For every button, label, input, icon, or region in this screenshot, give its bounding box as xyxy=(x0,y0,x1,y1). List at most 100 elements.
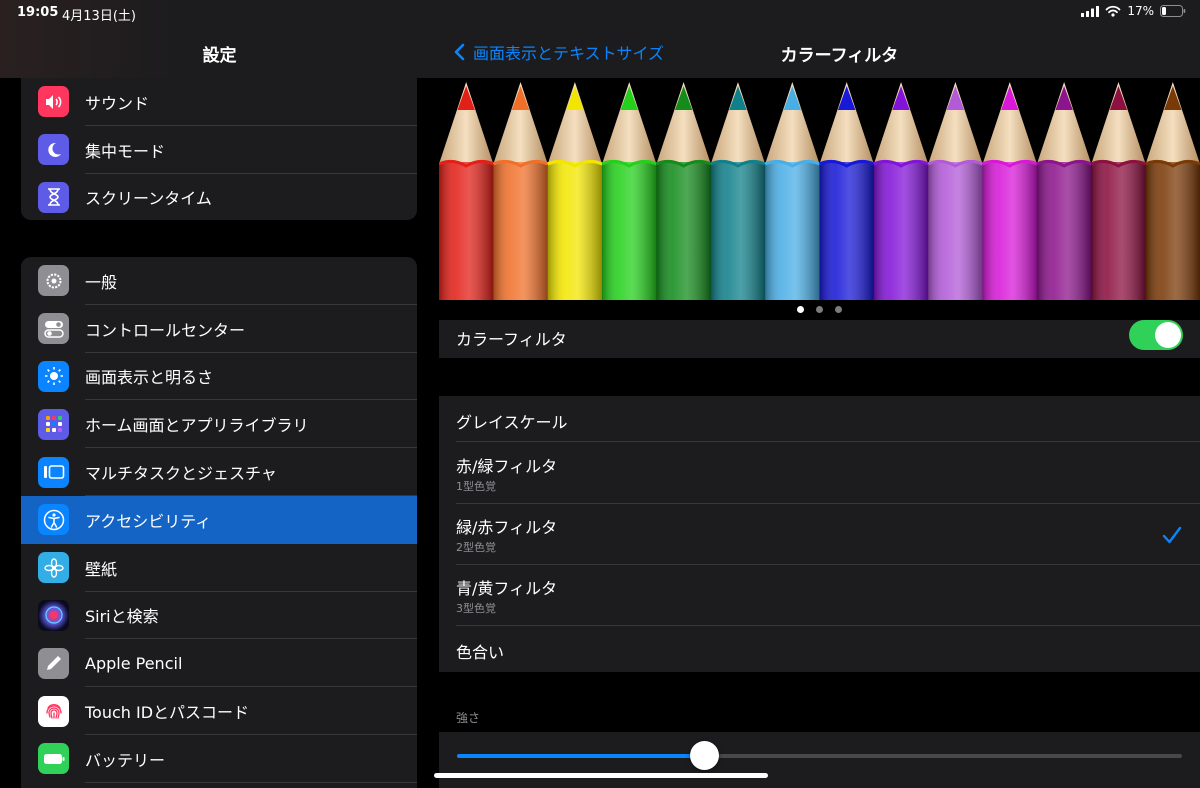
pencil xyxy=(710,82,766,300)
pencil-preview-image[interactable] xyxy=(439,82,1200,300)
filter-title: 色合い xyxy=(456,643,505,662)
status-date: 4月13日(土) xyxy=(62,9,136,24)
pencil xyxy=(873,82,929,300)
page-dot xyxy=(816,306,823,313)
sidebar-item-control-center[interactable]: コントロールセンター xyxy=(21,305,417,353)
sidebar-item-label: 集中モード xyxy=(85,141,166,161)
toggles-icon xyxy=(38,313,69,345)
siri-icon xyxy=(38,599,69,631)
battery-percent: 17% xyxy=(1127,4,1154,18)
page-dot xyxy=(797,306,804,313)
strength-section-label: 強さ xyxy=(456,711,481,725)
sidebar-item-label: 画面表示と明るさ xyxy=(85,368,214,388)
sidebar-item-sound[interactable]: サウンド xyxy=(21,78,417,126)
filter-option-protanopia[interactable]: 赤/緑フィルタ 1型色覚 xyxy=(439,442,1200,504)
pencil-icon xyxy=(38,647,69,679)
filter-title: 赤/緑フィルタ xyxy=(456,457,558,476)
sidebar-title: 設定 xyxy=(202,46,237,66)
filter-option-grayscale[interactable]: グレイスケール xyxy=(439,396,1200,442)
filter-option-color-tint[interactable]: 色合い xyxy=(439,626,1200,672)
sidebar-item-label: スクリーンタイム xyxy=(85,189,212,209)
sidebar-item-home-screen[interactable]: ホーム画面とアプリライブラリ xyxy=(21,400,417,449)
filter-title: 緑/赤フィルタ xyxy=(456,518,558,537)
pencil xyxy=(764,82,821,300)
sidebar-item-label: Apple Pencil xyxy=(85,653,183,673)
pencil xyxy=(1036,82,1092,300)
sidebar-item-siri[interactable]: Siriと検索 xyxy=(21,592,417,640)
fingerprint-icon xyxy=(38,695,69,727)
wifi-icon xyxy=(1105,5,1121,17)
pencil xyxy=(492,82,549,300)
sidebar-item-label: バッテリー xyxy=(85,750,166,770)
sidebar-item-focus[interactable]: 集中モード xyxy=(21,126,417,174)
multitask-icon xyxy=(38,456,69,488)
toggle-label: カラーフィルタ xyxy=(456,330,567,349)
sidebar-item-label: コントロールセンター xyxy=(85,320,246,340)
sidebar-item-multitasking[interactable]: マルチタスクとジェスチャ xyxy=(21,448,417,496)
sidebar-item-label: Siriと検索 xyxy=(85,607,159,627)
pencil xyxy=(927,82,984,300)
slider-thumb[interactable] xyxy=(689,741,719,770)
status-indicators: 17% xyxy=(1081,4,1186,18)
pencil xyxy=(547,82,603,300)
filter-title: グレイスケール xyxy=(456,413,568,432)
status-battery-icon xyxy=(1160,5,1186,17)
sidebar-item-touch-id[interactable]: Touch IDとパスコード xyxy=(21,687,417,735)
sidebar-item-label: 壁紙 xyxy=(85,559,118,579)
filter-option-deuteranopia[interactable]: 緑/赤フィルタ 2型色覚 xyxy=(439,504,1200,565)
sidebar-item-label: Touch IDとパスコード xyxy=(85,703,250,723)
hourglass-icon xyxy=(38,181,69,213)
sidebar-item-apple-pencil[interactable]: Apple Pencil xyxy=(21,639,417,688)
filter-subtitle: 1型色覚 xyxy=(456,480,496,493)
status-time: 19:05 xyxy=(17,5,59,20)
pencil xyxy=(981,82,1038,300)
settings-group-1: サウンド 集中モード スクリーンタイム xyxy=(21,78,417,220)
pencil xyxy=(1090,82,1147,300)
page-title: カラーフィルタ xyxy=(780,46,899,66)
filter-option-tritanopia[interactable]: 青/黄フィルタ 3型色覚 xyxy=(439,565,1200,626)
sidebar-header: 19:05 4月13日(土) 設定 xyxy=(0,0,439,78)
checkmark-icon xyxy=(1162,526,1182,544)
toggle-knob xyxy=(1155,322,1181,348)
pencil xyxy=(655,82,712,300)
page-dot xyxy=(835,306,842,313)
flower-icon xyxy=(38,552,69,584)
color-filter-pane: 17% 画面表示とテキストサイズ カラーフィルタ カラーフィルタ グレイスケール… xyxy=(439,0,1200,788)
battery-icon xyxy=(38,743,69,775)
sidebar-item-general[interactable]: 一般 xyxy=(21,257,417,305)
settings-group-2: 一般 コントロールセンター 画面表示と明るさ ホーム画面とアプリライブラリ マル… xyxy=(21,257,417,788)
pencil xyxy=(1145,82,1200,300)
strength-slider[interactable] xyxy=(457,741,1182,770)
pencil xyxy=(439,82,494,300)
home-grid-icon xyxy=(38,408,69,440)
pencil xyxy=(601,82,658,300)
pencil xyxy=(818,82,875,300)
sidebar-item-label: アクセシビリティ xyxy=(85,511,212,531)
sidebar-item-wallpaper[interactable]: 壁紙 xyxy=(21,544,417,592)
settings-sidebar: 19:05 4月13日(土) 設定 サウンド 集中モード スクリーンタイム 一般… xyxy=(0,0,439,788)
sidebar-item-label: 一般 xyxy=(85,272,118,292)
filter-title: 青/黄フィルタ xyxy=(456,579,558,598)
sidebar-item-screen-time[interactable]: スクリーンタイム xyxy=(21,174,417,220)
sidebar-item-label: マルチタスクとジェスチャ xyxy=(85,464,277,484)
gear-icon xyxy=(38,265,69,297)
slider-fill xyxy=(457,754,704,758)
detail-header: 17% 画面表示とテキストサイズ カラーフィルタ xyxy=(439,0,1200,78)
speaker-icon xyxy=(38,86,69,118)
cellular-signal-icon xyxy=(1081,5,1100,17)
home-indicator[interactable] xyxy=(434,773,768,778)
page-indicator[interactable] xyxy=(439,306,1200,313)
sidebar-item-display[interactable]: 画面表示と明るさ xyxy=(21,353,417,401)
moon-icon xyxy=(38,134,69,166)
filter-subtitle: 2型色覚 xyxy=(456,541,496,554)
sidebar-item-label: サウンド xyxy=(85,93,150,113)
accessibility-icon xyxy=(38,504,69,536)
filter-subtitle: 3型色覚 xyxy=(456,602,496,615)
sun-icon xyxy=(38,360,69,392)
sidebar-item-battery[interactable]: バッテリー xyxy=(21,735,417,783)
sidebar-item-accessibility[interactable]: アクセシビリティ xyxy=(21,495,417,544)
sidebar-item-label: ホーム画面とアプリライブラリ xyxy=(85,416,309,436)
color-filter-toggle-row: カラーフィルタ xyxy=(439,320,1200,358)
strength-slider-row xyxy=(439,732,1200,788)
color-filter-toggle[interactable] xyxy=(1129,320,1183,350)
